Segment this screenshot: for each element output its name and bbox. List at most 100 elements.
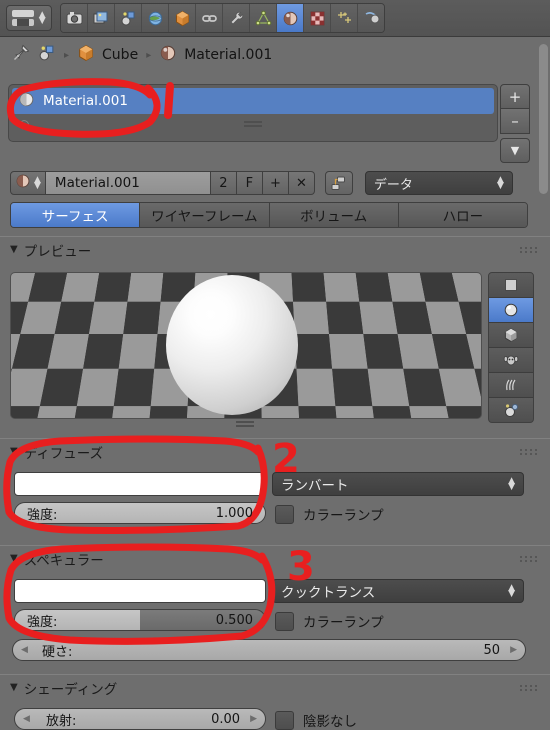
scrollbar-thumb[interactable] xyxy=(539,44,548,194)
panel-drag-dots[interactable] xyxy=(520,684,538,691)
slot-menu-button[interactable]: ▼ xyxy=(500,138,530,163)
globe-icon xyxy=(148,11,162,25)
specular-shader-dropdown[interactable]: クックトランス ▲ ▼ xyxy=(272,579,524,603)
chevron-down-icon: ▼ xyxy=(10,446,18,457)
tab-texture[interactable] xyxy=(304,4,331,32)
tab-particles[interactable] xyxy=(331,4,358,32)
tab-world[interactable] xyxy=(142,4,169,32)
hair-strands-icon xyxy=(506,379,516,391)
tab-surface[interactable]: サーフェス xyxy=(11,203,141,227)
chevron-left-icon[interactable]: ◀ xyxy=(21,645,28,655)
new-material-button[interactable]: + xyxy=(262,171,289,195)
vertical-scrollbar[interactable] xyxy=(539,40,548,700)
property-tab-group xyxy=(60,3,385,33)
tab-halo[interactable]: ハロー xyxy=(398,203,527,227)
preview-shape-hair[interactable] xyxy=(489,373,533,398)
tab-material[interactable] xyxy=(277,4,304,32)
panel-drag-dots[interactable] xyxy=(520,448,538,455)
diffuse-intensity-slider[interactable]: 強度: 1.000 xyxy=(14,502,266,524)
specular-ramp-label: カラーランプ xyxy=(303,615,384,631)
diffuse-ramp-checkbox[interactable] xyxy=(275,504,294,524)
emit-value: 0.00 xyxy=(211,711,241,727)
tab-constraints[interactable] xyxy=(196,4,223,32)
preview-shape-monkey[interactable] xyxy=(489,348,533,373)
nodetree-icon xyxy=(331,176,346,190)
diffuse-panel-header[interactable]: ▼ ディフューズ xyxy=(0,438,550,464)
preview-panel-header[interactable]: ▼ プレビュー xyxy=(0,236,550,262)
shading-panel-header[interactable]: ▼ シェーディング xyxy=(0,674,550,700)
diffuse-color-swatch[interactable] xyxy=(14,472,266,496)
chevron-right-icon[interactable]: ▶ xyxy=(250,714,257,724)
properties-editor-icon xyxy=(12,10,35,26)
specular-shader-label: クックトランス xyxy=(281,585,376,601)
chevron-right-icon[interactable]: ▶ xyxy=(510,645,517,655)
slot-list-resize-grip[interactable] xyxy=(12,114,494,134)
hardness-value: 50 xyxy=(483,642,501,658)
diffuse-shader-dropdown[interactable]: ランバート ▲ ▼ xyxy=(272,472,524,496)
tab-physics[interactable] xyxy=(358,4,384,32)
specular-ramp-checkbox[interactable] xyxy=(275,611,294,631)
preview-shape-plane[interactable] xyxy=(489,273,533,298)
material-slot-list[interactable]: Material.001 ◎ xyxy=(8,84,498,142)
browse-material-button[interactable]: ▲ ▼ xyxy=(10,171,46,195)
unlink-material-button[interactable]: ✕ xyxy=(288,171,315,195)
add-slot-button[interactable]: + xyxy=(500,84,530,109)
material-slot-buttons: + – ▼ xyxy=(500,84,542,163)
breadcrumb-material[interactable]: Material.001 xyxy=(159,44,272,66)
tab-render[interactable] xyxy=(61,4,88,32)
tab-object-data[interactable] xyxy=(250,4,277,32)
link-mode-dropdown[interactable]: データ ▲ ▼ xyxy=(364,171,513,195)
material-slot-item[interactable]: Material.001 xyxy=(12,88,494,114)
material-name-field[interactable]: Material.001 xyxy=(45,171,211,195)
emit-field[interactable]: ◀ 放射: 0.00 ▶ xyxy=(14,708,266,730)
chevron-left-icon[interactable]: ◀ xyxy=(23,714,30,724)
chevron-down-icon: ▼ xyxy=(10,553,18,564)
editor-type-selector[interactable]: ▲ ▼ xyxy=(6,5,52,31)
shadeless-checkbox-row[interactable]: 陰影なし xyxy=(275,710,357,730)
preview-shape-sphere-sky[interactable] xyxy=(489,398,533,422)
preview-shape-buttons xyxy=(488,272,534,423)
chevron-down-icon: ▼ xyxy=(10,682,18,693)
tab-object[interactable] xyxy=(169,4,196,32)
pin-icon[interactable] xyxy=(12,44,30,66)
grip-lines-icon xyxy=(244,121,262,127)
preview-resize-grip[interactable] xyxy=(10,418,480,430)
tab-scene[interactable] xyxy=(115,4,142,32)
material-users-count[interactable]: 2 xyxy=(210,171,237,195)
preview-shape-sphere[interactable] xyxy=(489,298,533,323)
specular-hardness-field[interactable]: ◀ 硬さ: 50 ▶ xyxy=(12,639,526,661)
tab-modifiers[interactable] xyxy=(223,4,250,32)
panel-drag-dots[interactable] xyxy=(520,555,538,562)
material-sphere-icon xyxy=(159,44,177,66)
slot-list-expand-icon[interactable]: ◎ xyxy=(19,118,31,130)
wrench-icon xyxy=(229,11,243,25)
specular-panel-title: スペキュラー xyxy=(23,552,104,569)
breadcrumb-object[interactable]: Cube xyxy=(77,44,138,66)
preview-panel-title: プレビュー xyxy=(23,243,92,260)
tab-volume[interactable]: ボリューム xyxy=(269,203,399,227)
breadcrumb-object-label: Cube xyxy=(102,47,139,63)
breadcrumb: ▸ Cube ▸ Material.001 xyxy=(0,37,550,73)
panel-drag-dots[interactable] xyxy=(520,246,538,253)
specular-intensity-slider[interactable]: 強度: 0.500 xyxy=(14,609,266,631)
specular-intensity-value: 0.500 xyxy=(215,612,253,628)
shading-panel-title: シェーディング xyxy=(23,681,118,698)
fake-user-button[interactable]: F xyxy=(236,171,263,195)
specular-ramp-checkbox-row[interactable]: カラーランプ xyxy=(275,611,384,631)
checker-icon xyxy=(310,11,324,25)
use-nodes-button[interactable] xyxy=(324,171,353,195)
diffuse-panel-title: ディフューズ xyxy=(23,445,104,462)
specular-color-swatch[interactable] xyxy=(14,579,266,603)
shadeless-checkbox[interactable] xyxy=(275,710,294,730)
chevron-updown-icon: ▲ ▼ xyxy=(508,476,515,492)
chevron-updown-icon: ▲ ▼ xyxy=(497,175,504,191)
chevron-updown-icon: ▲ ▼ xyxy=(508,583,515,599)
specular-panel-header[interactable]: ▼ スペキュラー xyxy=(0,545,550,571)
tab-wireframe[interactable]: ワイヤーフレーム xyxy=(140,203,270,227)
preview-shape-cube[interactable] xyxy=(489,323,533,348)
diffuse-ramp-checkbox-row[interactable]: カラーランプ xyxy=(275,504,384,524)
remove-slot-button[interactable]: – xyxy=(500,109,530,134)
material-preview[interactable] xyxy=(10,272,482,419)
tab-render-layers[interactable] xyxy=(88,4,115,32)
particles-icon xyxy=(337,11,351,23)
